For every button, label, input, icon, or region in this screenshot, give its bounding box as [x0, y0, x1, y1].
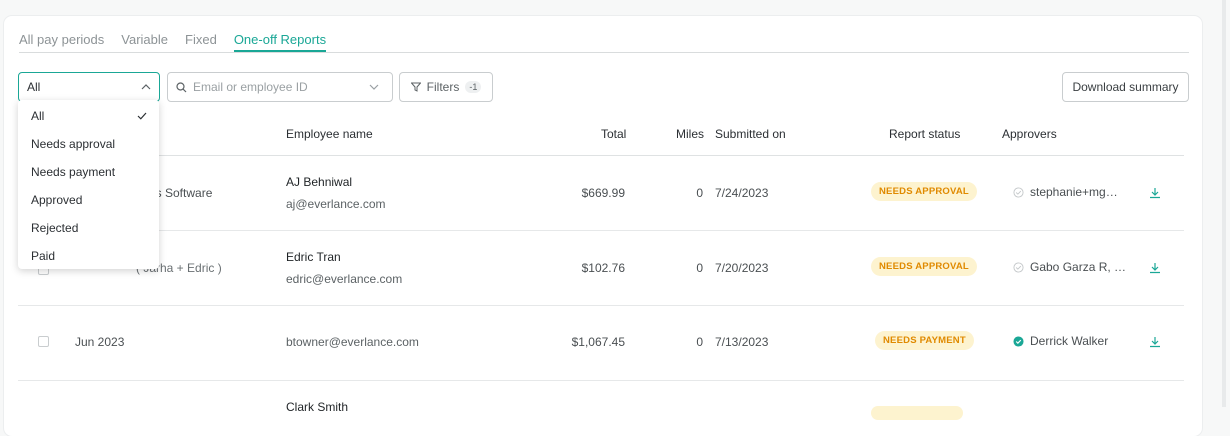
- col-miles[interactable]: Miles: [676, 127, 704, 141]
- chevron-down-icon: [369, 84, 379, 90]
- status-option-all[interactable]: All: [18, 102, 159, 130]
- miles-value: 0: [696, 261, 703, 275]
- option-label: All: [31, 109, 45, 123]
- status-select-value: All: [27, 80, 41, 94]
- option-label: Needs payment: [31, 165, 116, 179]
- table-row[interactable]: us Software AJ Behniwal aj@everlance.com…: [18, 156, 1184, 231]
- col-report-status[interactable]: Report status: [889, 127, 960, 141]
- col-submitted-on[interactable]: Submitted on: [715, 127, 786, 141]
- submitted-date: 7/13/2023: [715, 335, 769, 349]
- chevron-up-icon: [141, 84, 151, 90]
- circle-check-outline-icon: [1013, 186, 1024, 198]
- employee-name: AJ Behniwal: [286, 175, 353, 189]
- tab-bar: All pay periods Variable Fixed One-off R…: [19, 30, 1189, 53]
- option-label: Rejected: [31, 221, 79, 235]
- filters-count-badge: -1: [465, 81, 482, 93]
- total-amount: $102.76: [581, 261, 625, 275]
- status-badge: NEEDS APPROVAL: [871, 257, 977, 276]
- funnel-icon: [410, 82, 421, 92]
- check-icon: [137, 112, 147, 120]
- option-label: Needs approval: [31, 137, 116, 151]
- status-option-needs-approval[interactable]: Needs approval: [18, 130, 159, 158]
- employee-email: aj@everlance.com: [286, 197, 386, 211]
- circle-check-outline-icon: [1013, 261, 1024, 273]
- col-total[interactable]: Total: [601, 127, 626, 141]
- filters-button[interactable]: Filters -1: [399, 72, 493, 102]
- search-icon: [176, 81, 187, 92]
- status-badge: NEEDS APPROVAL: [871, 182, 977, 201]
- col-employee-name[interactable]: Employee name: [286, 127, 373, 141]
- status-option-needs-payment[interactable]: Needs payment: [18, 158, 159, 186]
- submitted-date: 7/20/2023: [715, 261, 769, 275]
- download-icon[interactable]: [1149, 336, 1161, 348]
- tab-fixed[interactable]: Fixed: [185, 30, 217, 52]
- page-scrollbar[interactable]: [1222, 0, 1226, 407]
- option-label: Paid: [31, 249, 56, 263]
- status-select[interactable]: All: [18, 72, 160, 102]
- status-option-paid[interactable]: Paid: [18, 242, 159, 270]
- tab-variable[interactable]: Variable: [121, 30, 168, 52]
- status-option-approved[interactable]: Approved: [18, 186, 159, 214]
- col-approvers[interactable]: Approvers: [1002, 127, 1057, 141]
- filters-label: Filters: [426, 80, 460, 94]
- total-amount: $1,067.45: [571, 335, 625, 349]
- row-checkbox[interactable]: [38, 336, 49, 347]
- employee-name: Clark Smith: [286, 400, 349, 414]
- table-row[interactable]: Jun 2023 btowner@everlance.com $1,067.45…: [18, 306, 1184, 381]
- tab-one-off-reports[interactable]: One-off Reports: [233, 30, 327, 52]
- table-row[interactable]: Clark Smith: [18, 381, 1184, 436]
- approver-name: Derrick Walker: [1030, 334, 1109, 348]
- search-input[interactable]: [193, 80, 363, 94]
- approver: Gabo Garza R, …: [1013, 260, 1126, 274]
- table-row[interactable]: ( Jarha + Edric ) Edric Tran edric@everl…: [18, 231, 1184, 306]
- miles-value: 0: [696, 186, 703, 200]
- employee-email: btowner@everlance.com: [286, 335, 419, 349]
- status-badge: [871, 406, 963, 420]
- status-badge: NEEDS PAYMENT: [875, 331, 974, 350]
- submitted-date: 7/24/2023: [715, 186, 769, 200]
- employee-email: edric@everlance.com: [286, 272, 403, 286]
- total-amount: $669.99: [581, 186, 625, 200]
- pay-period: Jun 2023: [75, 335, 125, 349]
- employee-search[interactable]: [167, 72, 393, 102]
- approver-name: Gabo Garza R, …: [1030, 260, 1127, 274]
- reports-card: All pay periods Variable Fixed One-off R…: [4, 16, 1202, 436]
- option-label: Approved: [31, 193, 83, 207]
- download-icon[interactable]: [1149, 262, 1161, 274]
- approver: stephanie+mg…: [1013, 185, 1118, 199]
- table-header: Employee name Total Miles Submitted on R…: [18, 116, 1184, 156]
- miles-value: 0: [696, 335, 703, 349]
- circle-check-filled-icon: [1013, 335, 1024, 347]
- status-option-rejected[interactable]: Rejected: [18, 214, 159, 242]
- tab-all-pay-periods[interactable]: All pay periods: [19, 30, 104, 52]
- employee-name: Edric Tran: [286, 250, 341, 264]
- approver-name: stephanie+mg…: [1030, 185, 1118, 199]
- download-icon[interactable]: [1149, 187, 1161, 199]
- status-dropdown-menu: All Needs approval Needs payment Approve…: [18, 100, 159, 269]
- approver: Derrick Walker: [1013, 334, 1108, 348]
- download-summary-button[interactable]: Download summary: [1062, 72, 1189, 102]
